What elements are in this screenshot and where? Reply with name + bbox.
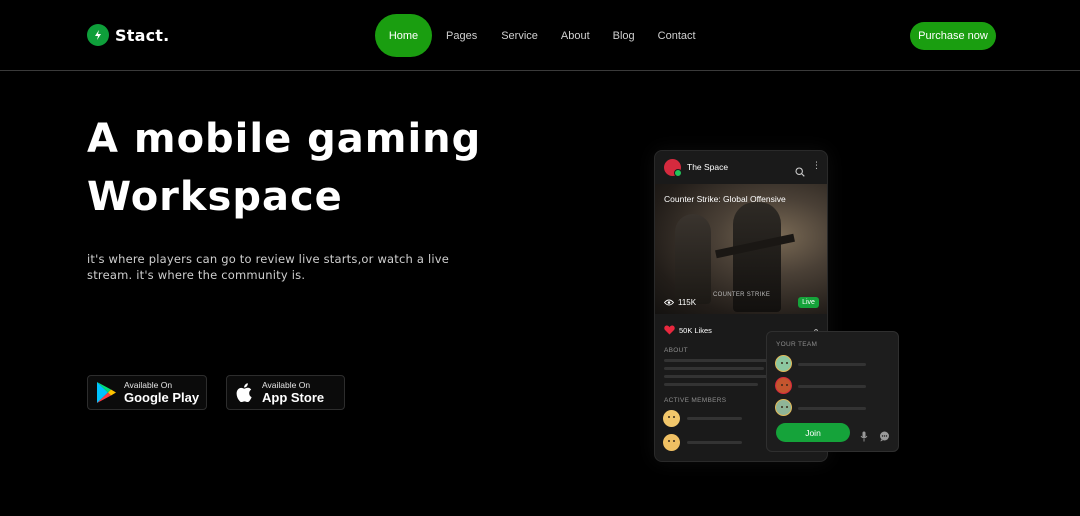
stream-title: Counter Strike: Global Offensive	[664, 194, 786, 204]
stream-thumbnail[interactable]: Counter Strike: Global Offensive 115K CO…	[655, 184, 827, 314]
team-member-avatar[interactable]	[775, 399, 792, 416]
hero-title-line-2: Workspace	[87, 174, 343, 220]
google-play-icon	[96, 381, 117, 404]
nav-service[interactable]: Service	[501, 30, 538, 42]
view-count: 115K	[664, 298, 696, 307]
about-text-line	[664, 375, 769, 378]
microphone-icon[interactable]	[860, 427, 868, 446]
member-name-line	[687, 441, 742, 444]
join-button[interactable]: Join	[776, 423, 850, 442]
view-count-value: 115K	[678, 298, 697, 307]
team-member-name-line	[798, 363, 866, 366]
member-avatar[interactable]	[663, 410, 680, 427]
live-badge: Live	[798, 297, 819, 308]
google-play-label: Google Play	[124, 390, 200, 405]
phone-header: The Space ⋮	[655, 151, 827, 184]
team-member-avatar[interactable]	[775, 355, 792, 372]
hero-title: A mobile gaming Workspace	[87, 110, 507, 226]
app-store-button[interactable]: Available On App Store	[226, 375, 345, 410]
eye-icon	[664, 299, 674, 306]
nav-pages[interactable]: Pages	[446, 30, 477, 42]
app-store-label: App Store	[262, 390, 325, 405]
active-members-heading: ACTIVE MEMBERS	[664, 397, 727, 404]
nav-contact[interactable]: Contact	[658, 30, 696, 42]
your-team-card: YOUR TEAM Join	[766, 331, 899, 452]
heart-icon	[664, 325, 675, 335]
brand-name: Stact.	[115, 25, 170, 45]
google-play-button[interactable]: Available On Google Play	[87, 375, 207, 410]
channel-name: The Space	[687, 162, 729, 172]
search-icon[interactable]	[795, 162, 805, 181]
top-navbar: Stact. Home Pages Service About Blog Con…	[0, 0, 1080, 71]
google-play-small-label: Available On	[124, 380, 173, 390]
nav-blog[interactable]: Blog	[613, 30, 635, 42]
brand-logo[interactable]: Stact.	[87, 24, 169, 46]
member-avatar[interactable]	[663, 434, 680, 451]
team-member-name-line	[798, 385, 866, 388]
nav-home[interactable]: Home	[375, 14, 432, 57]
team-member-avatar[interactable]	[775, 377, 792, 394]
hero-subtitle: it's where players can go to review live…	[87, 252, 450, 282]
main-menu: Home Pages Service About Blog Contact	[375, 14, 696, 57]
nav-about[interactable]: About	[561, 30, 590, 42]
likes-value: 50K Likes	[679, 325, 712, 335]
about-heading: ABOUT	[664, 347, 688, 354]
member-name-line	[687, 417, 742, 420]
soldier-figure	[675, 214, 711, 304]
bolt-icon	[87, 24, 109, 46]
apple-icon	[236, 383, 252, 402]
team-member-name-line	[798, 407, 866, 410]
likes-count[interactable]: 50K Likes	[664, 325, 712, 335]
about-text-line	[664, 383, 758, 386]
more-options-icon[interactable]: ⋮	[812, 161, 821, 171]
chat-icon[interactable]	[879, 427, 890, 446]
channel-avatar	[664, 159, 682, 177]
game-watermark: COUNTER STRIKE	[713, 292, 771, 298]
about-text-line	[664, 359, 774, 362]
hero-title-line-1: A mobile gaming	[87, 116, 482, 162]
your-team-heading: YOUR TEAM	[776, 341, 818, 348]
app-store-small-label: Available On	[262, 380, 311, 390]
purchase-now-button[interactable]: Purchase now	[910, 22, 996, 50]
about-text-line	[664, 367, 764, 370]
